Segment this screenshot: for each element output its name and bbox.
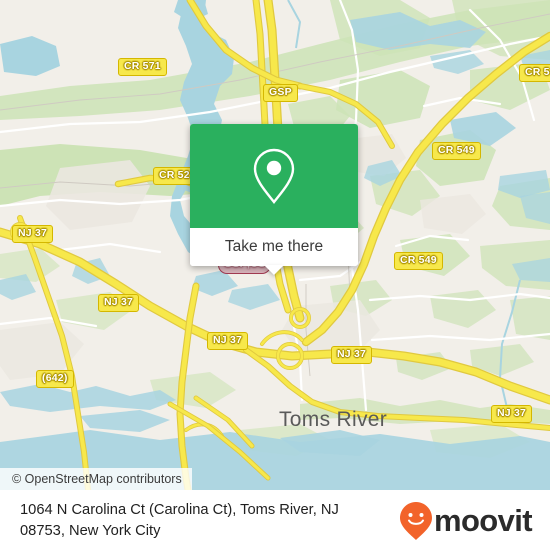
- road-shield-label: NJ 37: [207, 332, 249, 350]
- city-label: Toms River: [279, 408, 388, 431]
- take-me-there-label: Take me there: [224, 238, 324, 255]
- moovit-pin-icon: [399, 501, 432, 540]
- road-shield-label: CR 571: [118, 58, 167, 76]
- poi-card-action-area[interactable]: Take me there: [190, 228, 358, 275]
- road-shield-label: NJ 37: [12, 225, 54, 243]
- map-screenshot: .water { fill:#a8d4e0; } .forest { fill:…: [0, 0, 550, 550]
- moovit-logo[interactable]: moovit: [399, 501, 533, 541]
- footer-bar: 1064 N Carolina Ct (Carolina Ct), Toms R…: [0, 490, 550, 550]
- address-text: 1064 N Carolina Ct (Carolina Ct), Toms R…: [20, 500, 339, 542]
- road-shield-label: CR 549: [394, 252, 443, 270]
- poi-card-icon-area: [190, 124, 358, 228]
- moovit-wordmark: moovit: [433, 503, 533, 538]
- poi-card-pointer: [264, 265, 284, 275]
- poi-popup-card[interactable]: Take me there: [190, 124, 358, 275]
- map-pin-icon: [253, 148, 295, 204]
- road-shield-label: GSP: [263, 84, 298, 102]
- road-shield-label: CR 549: [432, 142, 481, 160]
- address-line-2: 08753, New York City: [20, 522, 161, 539]
- osm-attribution[interactable]: © OpenStreetMap contributors: [0, 468, 192, 490]
- address-line-1: 1064 N Carolina Ct (Carolina Ct), Toms R…: [20, 501, 339, 518]
- map-canvas[interactable]: .water { fill:#a8d4e0; } .forest { fill:…: [0, 0, 550, 490]
- road-shield-label: (642): [36, 370, 74, 388]
- road-shield-label: NJ 37: [98, 294, 140, 312]
- road-shield-label: CR 54: [519, 64, 550, 82]
- road-shield-label: NJ 37: [491, 405, 533, 423]
- road-shield-label: NJ 37: [331, 346, 373, 364]
